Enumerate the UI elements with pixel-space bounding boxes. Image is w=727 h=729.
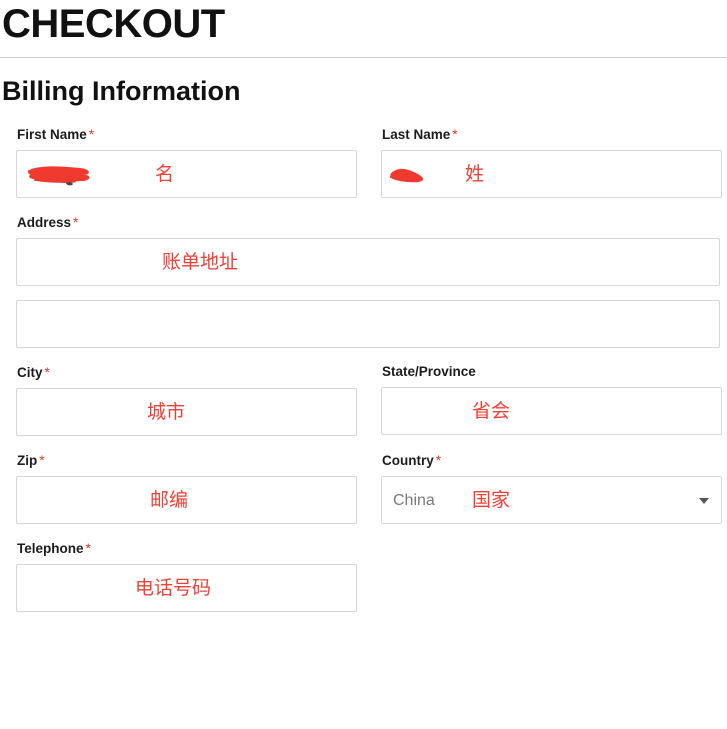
zip-annotation: 邮编 [150,477,188,525]
chevron-down-icon[interactable] [699,498,709,504]
redaction-scribble-icon [386,164,434,188]
city-label: City* [17,364,357,381]
address-annotation: 账单地址 [162,239,238,287]
city-label-text: City [17,365,43,380]
country-label: Country* [382,452,722,469]
billing-information-form: First Name* 名 [0,126,727,612]
city-annotation: 城市 [147,389,185,437]
field-first-name: First Name* 名 [16,126,357,198]
form-row-zip-country: Zip* 邮编 Country* China 国家 [16,452,720,524]
zip-input[interactable]: 邮编 [16,476,357,524]
field-state-province: State/Province 省会 [381,364,722,435]
required-asterisk: * [89,126,94,142]
country-select[interactable]: China 国家 [381,476,722,524]
field-telephone: Telephone* 电话号码 [16,540,357,612]
billing-information-heading: Billing Information [0,58,727,108]
form-col-first-name: First Name* 名 [16,126,357,198]
state-province-input[interactable]: 省会 [381,387,722,435]
form-col-telephone: Telephone* 电话号码 [16,540,357,612]
form-col-last-name: Last Name* 姓 [381,126,722,198]
form-row-name: First Name* 名 [16,126,720,198]
form-col-state: State/Province 省会 [381,364,722,435]
redaction-scribble-icon [22,161,100,189]
checkout-page: CHECKOUT Billing Information First Name* [0,0,727,729]
field-last-name: Last Name* 姓 [381,126,722,198]
form-row-address: Address* 账单地址 [16,214,720,286]
last-name-annotation: 姓 [465,151,484,199]
country-selected-value: China [393,477,435,525]
form-row-telephone: Telephone* 电话号码 [16,540,720,612]
telephone-input[interactable]: 电话号码 [16,564,357,612]
form-col-address: Address* 账单地址 [16,214,720,286]
field-city: City* 城市 [16,364,357,436]
first-name-input[interactable]: 名 [16,150,357,198]
form-row-address2 [16,300,720,348]
zip-label-text: Zip [17,453,37,468]
address-label-text: Address [17,215,71,230]
field-zip: Zip* 邮编 [16,452,357,524]
page-title: CHECKOUT [0,0,727,48]
state-province-annotation: 省会 [472,388,510,436]
telephone-label: Telephone* [17,540,357,557]
city-input[interactable]: 城市 [16,388,357,436]
country-annotation: 国家 [472,477,510,525]
last-name-label: Last Name* [382,126,722,143]
first-name-label: First Name* [17,126,357,143]
form-col-country: Country* China 国家 [381,452,722,524]
first-name-label-text: First Name [17,127,87,142]
required-asterisk: * [39,452,44,468]
required-asterisk: * [86,540,91,556]
required-asterisk: * [73,214,78,230]
telephone-annotation: 电话号码 [135,565,211,613]
form-col-zip: Zip* 邮编 [16,452,357,524]
form-col-city: City* 城市 [16,364,357,436]
form-row-city-state: City* 城市 State/Province 省会 [16,364,720,436]
first-name-annotation: 名 [155,151,174,199]
form-col-address2 [16,300,720,348]
telephone-label-text: Telephone [17,541,84,556]
address-label: Address* [17,214,720,231]
zip-label: Zip* [17,452,357,469]
country-label-text: Country [382,453,434,468]
state-province-label: State/Province [382,364,722,380]
address-line1-input[interactable]: 账单地址 [16,238,720,286]
field-address-line1: Address* 账单地址 [16,214,720,286]
required-asterisk: * [452,126,457,142]
state-province-label-text: State/Province [382,364,476,379]
required-asterisk: * [436,452,441,468]
last-name-input[interactable]: 姓 [381,150,722,198]
last-name-label-text: Last Name [382,127,450,142]
field-country: Country* China 国家 [381,452,722,524]
address-line2-input[interactable] [16,300,720,348]
field-address-line2 [16,300,720,348]
required-asterisk: * [45,364,50,380]
